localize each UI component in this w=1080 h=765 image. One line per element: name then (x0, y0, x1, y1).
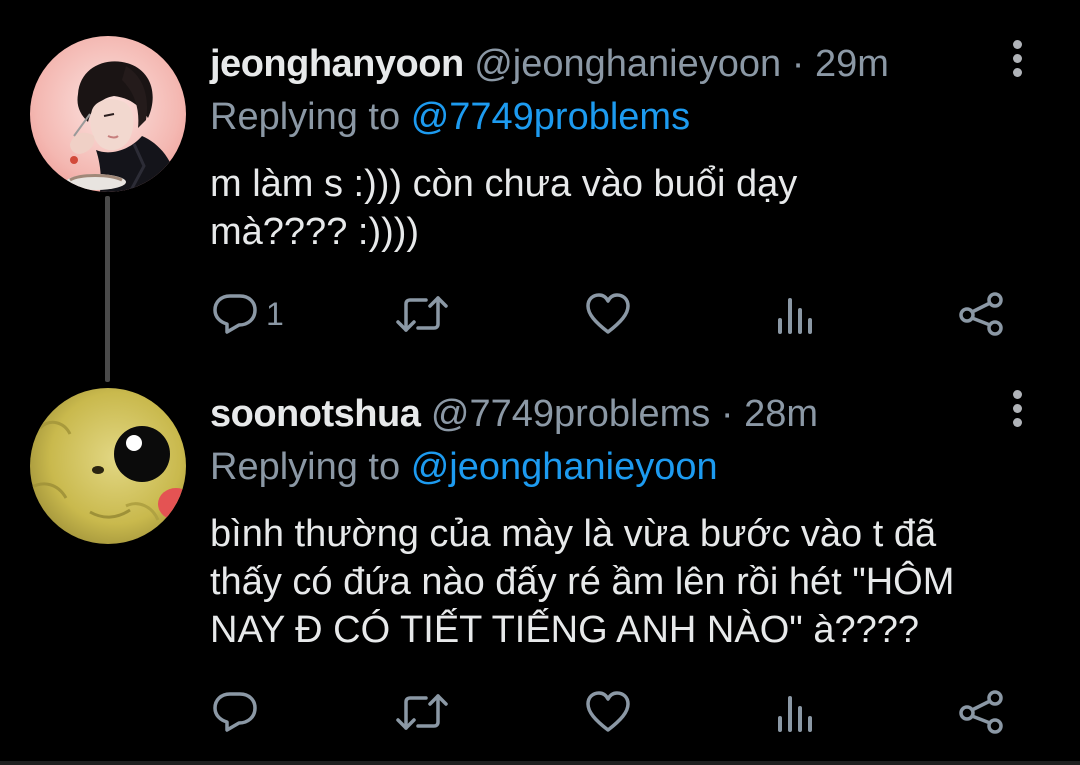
share-icon (959, 292, 1003, 336)
tweet-text-line: NAY Đ CÓ TIẾT TIẾNG ANH NÀO" à???? (210, 609, 919, 651)
replying-to: Replying to @jeonghanieyoon (210, 442, 718, 492)
analytics-icon (778, 696, 812, 732)
avatar[interactable] (30, 36, 186, 192)
tweet-header: jeonghanyoon @jeonghanieyoon · 29m (210, 36, 889, 92)
reply-icon (213, 692, 257, 732)
retweet-button[interactable] (396, 289, 448, 339)
share-icon (959, 690, 1003, 734)
avatar[interactable] (30, 388, 186, 544)
analytics-button[interactable] (776, 687, 816, 737)
replying-to: Replying to @7749problems (210, 92, 690, 142)
tweet-text: bình thường của mày là vừa bước vào t đã… (210, 510, 1050, 654)
retweet-icon (396, 694, 448, 730)
reply-button[interactable] (212, 687, 266, 737)
heart-icon (586, 691, 630, 732)
share-button[interactable] (958, 289, 1006, 339)
timestamp[interactable]: 29m (815, 43, 889, 85)
tweet-text-line: m làm s :))) còn chưa vào buổi dạy (210, 163, 798, 205)
analytics-icon (778, 298, 812, 334)
timestamp[interactable]: 28m (744, 393, 818, 435)
tweet-text-line: thấy có đứa nào đấy ré ầm lên rồi hét "H… (210, 561, 955, 603)
heart-icon (586, 293, 630, 334)
reply-button[interactable]: 1 (212, 289, 284, 339)
divider (0, 761, 1080, 765)
separator-dot: · (791, 43, 805, 85)
user-handle[interactable]: @jeonghanieyoon (474, 43, 781, 85)
user-handle[interactable]: @7749problems (431, 393, 710, 435)
display-name[interactable]: soonotshua (210, 393, 421, 435)
share-button[interactable] (958, 687, 1006, 737)
replying-to-mention[interactable]: @jeonghanieyoon (411, 446, 718, 488)
separator-dot: · (720, 393, 734, 435)
tweet-actions (210, 687, 1020, 737)
retweet-button[interactable] (396, 687, 448, 737)
avatar-image (30, 388, 186, 544)
like-button[interactable] (585, 289, 631, 339)
retweet-icon (396, 296, 448, 332)
tweet-text-line: mà???? :)))) (210, 211, 420, 253)
replying-to-label: Replying to (210, 96, 401, 138)
tweet[interactable]: soonotshua @7749problems · 28m Replying … (0, 380, 1080, 765)
reply-count: 1 (266, 295, 284, 332)
more-vertical-icon[interactable] (1004, 390, 1030, 440)
display-name[interactable]: jeonghanyoon (210, 43, 464, 85)
tweet-header: soonotshua @7749problems · 28m (210, 386, 818, 442)
reply-icon (213, 294, 257, 334)
more-vertical-icon[interactable] (1004, 40, 1030, 90)
replying-to-label: Replying to (210, 446, 401, 488)
analytics-button[interactable] (776, 289, 816, 339)
tweet-actions: 1 (210, 289, 1020, 339)
avatar-image (30, 36, 186, 192)
tweet-text-line: bình thường của mày là vừa bước vào t đã (210, 513, 937, 555)
thread-connector-line (105, 196, 110, 382)
tweet[interactable]: jeonghanyoon @jeonghanieyoon · 29m Reply… (0, 0, 1080, 382)
like-button[interactable] (585, 687, 631, 737)
replying-to-mention[interactable]: @7749problems (411, 96, 690, 138)
tweet-text: m làm s :))) còn chưa vào buổi dạy mà???… (210, 160, 1050, 256)
